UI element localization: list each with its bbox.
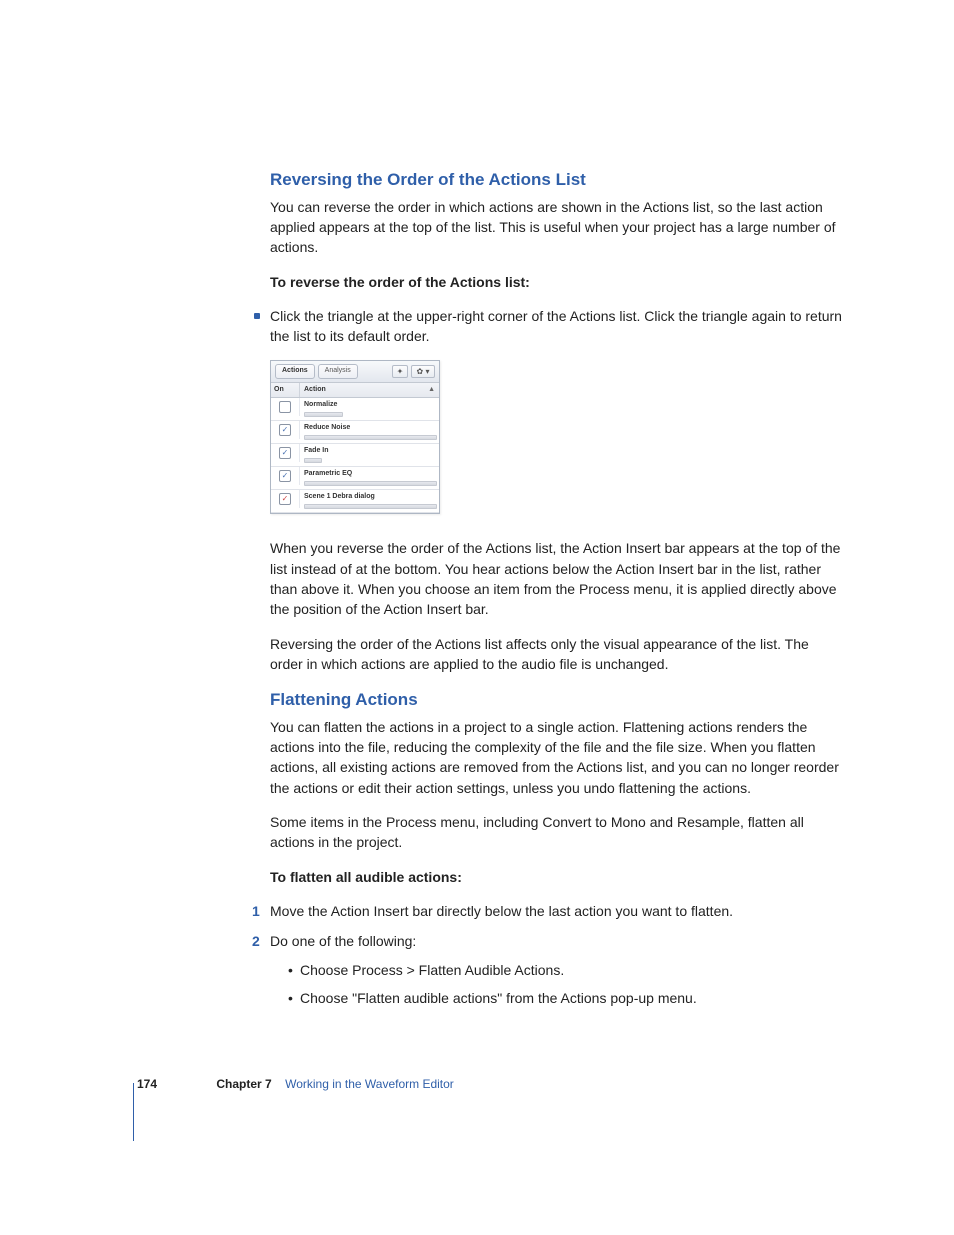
sort-triangle-icon[interactable]: ▲ [428,385,435,395]
footer-divider [133,1083,134,1141]
reverse-step-1: Click the triangle at the upper-right co… [270,306,844,347]
numbered-list-flatten: 1Move the Action Insert bar directly bel… [270,901,844,1008]
action-cell: Reduce Noise [300,421,439,443]
action-cell: Fade In [300,444,439,466]
page-number: 174 [137,1077,157,1091]
flatten-sub-1: Choose Process > Flatten Audible Actions… [288,960,844,980]
action-cell: Scene 1 Debra dialog [300,490,439,512]
page-content: Reversing the Order of the Actions List … [0,0,954,1008]
panel-rows: Normalize ✓ Reduce Noise ✓ Fade In ✓ Parametri… [271,398,439,514]
action-bar [304,412,343,417]
checkbox[interactable]: ✓ [279,447,291,459]
howto-label-flatten: To flatten all audible actions: [270,867,844,887]
add-icon[interactable]: ✦ [392,365,408,378]
bullet-list-reverse: Click the triangle at the upper-right co… [270,306,844,347]
action-label: Parametric EQ [304,470,352,477]
table-row[interactable]: ✓ Fade In [271,444,439,467]
col-header-on[interactable]: On [271,383,300,397]
section1-para2: When you reverse the order of the Action… [270,538,844,619]
action-bar [304,435,437,440]
table-row[interactable]: ✓ Scene 1 Debra dialog [271,490,439,513]
flatten-step-2-text: Do one of the following: [270,933,416,949]
section1-intro: You can reverse the order in which actio… [270,197,844,258]
action-label: Normalize [304,401,337,408]
column-headers: On Action ▲ [271,383,439,398]
flatten-step-1-text: Move the Action Insert bar directly belo… [270,903,733,919]
flatten-sub-2: Choose "Flatten audible actions" from th… [288,988,844,1008]
section-heading-reversing: Reversing the Order of the Actions List [270,168,844,193]
action-bar [304,458,322,463]
action-cell: Parametric EQ [300,467,439,489]
checkbox[interactable]: ✓ [279,424,291,436]
section1-para3: Reversing the order of the Actions list … [270,634,844,675]
section2-intro: You can flatten the actions in a project… [270,717,844,798]
gear-menu-icon[interactable]: ✿ ▾ [411,365,435,378]
checkbox[interactable]: ✓ [279,493,291,505]
col-header-action-label: Action [304,386,326,393]
tab-actions[interactable]: Actions [275,364,315,378]
action-label: Scene 1 Debra dialog [304,493,375,500]
gear-icon: ✿ [417,366,424,378]
col-header-action[interactable]: Action ▲ [300,383,439,397]
actions-panel: Actions Analysis ✦ ✿ ▾ On Action ▲ Norma… [270,360,440,514]
tab-analysis[interactable]: Analysis [318,364,358,378]
action-label: Reduce Noise [304,424,350,431]
action-cell: Normalize [300,398,439,420]
action-bar [304,504,437,509]
checkbox[interactable]: ✓ [279,470,291,482]
section2-para2: Some items in the Process menu, includin… [270,812,844,853]
flatten-step-1: 1Move the Action Insert bar directly bel… [270,901,844,921]
flatten-step-2: 2Do one of the following: Choose Process… [270,931,844,1008]
panel-header: Actions Analysis ✦ ✿ ▾ [271,361,439,382]
checkbox[interactable] [279,401,291,413]
table-row[interactable]: ✓ Parametric EQ [271,467,439,490]
chapter-label: Chapter 7 [216,1077,271,1091]
action-label: Fade In [304,447,329,454]
table-row[interactable]: Normalize [271,398,439,421]
flatten-sub-list: Choose Process > Flatten Audible Actions… [288,960,844,1009]
section-heading-flattening: Flattening Actions [270,688,844,713]
page-footer: 174 Chapter 7 Working in the Waveform Ed… [137,1076,454,1093]
action-bar [304,481,437,486]
table-row[interactable]: ✓ Reduce Noise [271,421,439,444]
howto-label-reverse: To reverse the order of the Actions list… [270,272,844,292]
chevron-down-icon: ▾ [425,366,429,378]
chapter-title: Working in the Waveform Editor [285,1077,454,1091]
